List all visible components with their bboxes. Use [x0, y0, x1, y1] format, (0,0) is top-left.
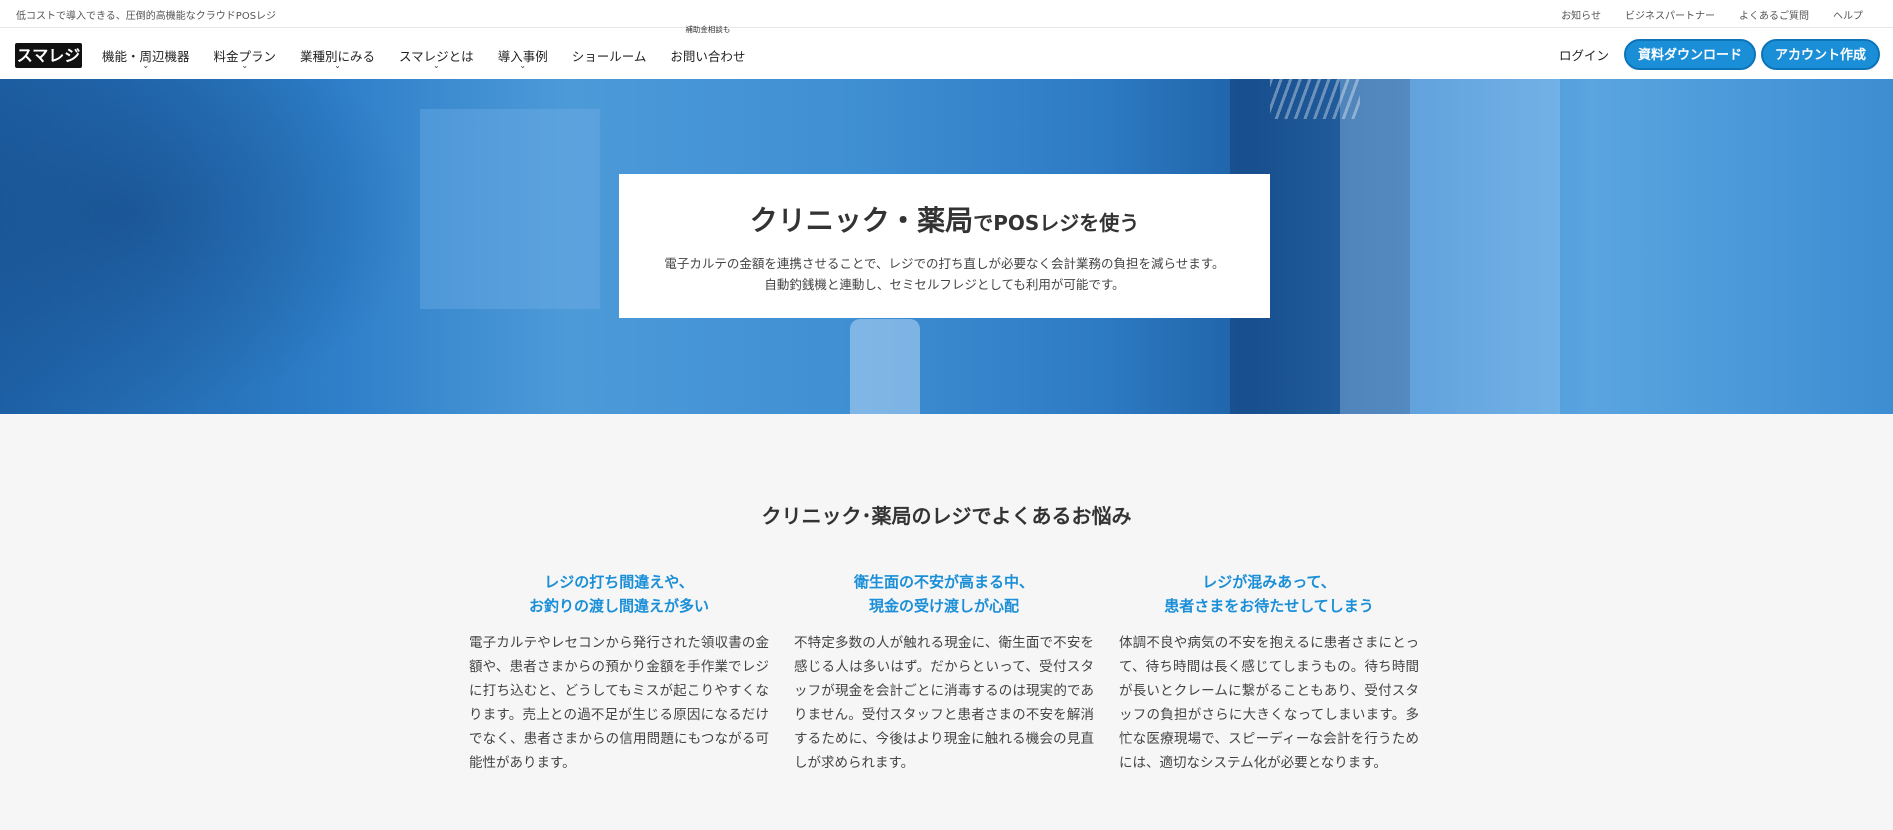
nav-menu: 機能・周辺機器 ⌄ 料金プラン ⌄ 業種別にみる ⌄ スマレジとは ⌄ 導入事例…: [102, 25, 769, 70]
problem-card-3: レジが混みあって、 患者さまをお待たせしてしまう 体調不良や病気の不安を抱えるに…: [1119, 570, 1419, 775]
hero-title-main: クリニック・薬局: [749, 204, 974, 237]
nav-item-showroom[interactable]: ショールーム: [572, 46, 647, 65]
problem-body: 電子カルテやレセコンから発行された領収書の金額や、患者さまからの預かり金額を手作…: [469, 635, 769, 771]
subsidy-badge: 補助金相談も: [685, 25, 731, 34]
hero-title-particle: で: [973, 211, 994, 235]
nav-item-label: お問い合わせ: [670, 49, 746, 64]
problem-title-line2: 患者さまをお待たせしてしまう: [1164, 597, 1374, 615]
nav-actions: ログイン 資料ダウンロード アカウント作成: [1559, 39, 1880, 70]
problems-section: クリニック･薬局のレジでよくあるお悩み レジの打ち間違えや、 お釣りの渡し間違え…: [0, 414, 1893, 830]
problem-card-2: 衛生面の不安が高まる中、 現金の受け渡しが心配 不特定多数の人が触れる現金に、衛…: [794, 570, 1094, 775]
nav-item-industries[interactable]: 業種別にみる ⌄: [300, 46, 375, 70]
hero-card: クリニック・薬局でPOSレジを使う 電子カルテの金額を連携させることで、レジでの…: [619, 174, 1270, 318]
problem-body: 体調不良や病気の不安を抱えるに患者さまにとって、待ち時間は長く感じてしまうもの。…: [1119, 635, 1419, 771]
nav-item-about[interactable]: スマレジとは ⌄: [399, 46, 474, 70]
problem-title-line1: レジの打ち間違えや、: [544, 573, 694, 591]
problem-card-1: レジの打ち間違えや、 お釣りの渡し間違えが多い 電子カルテやレセコンから発行され…: [469, 570, 769, 775]
nav-item-pricing[interactable]: 料金プラン ⌄: [214, 46, 277, 70]
download-materials-button[interactable]: 資料ダウンロード: [1623, 39, 1756, 70]
nav-item-cases[interactable]: 導入事例 ⌄: [498, 46, 548, 70]
smaregi-logo[interactable]: スマレジ: [15, 43, 82, 68]
help-link[interactable]: ヘルプ: [1833, 7, 1863, 22]
nav-item-contact[interactable]: 補助金相談も お問い合わせ: [670, 25, 746, 65]
chevron-down-icon: ⌄: [519, 61, 527, 70]
hero-banner: クリニック・薬局でPOSレジを使う 電子カルテの金額を連携させることで、レジでの…: [0, 79, 1893, 414]
hero-photo-bottle: [850, 319, 920, 414]
news-link[interactable]: お知らせ: [1561, 7, 1601, 22]
hero-desc-line1: 電子カルテの金額を連携させることで、レジでの打ち直しが必要なく会計業務の負担を減…: [664, 256, 1225, 271]
chevron-down-icon: ⌄: [142, 61, 150, 70]
problem-title: レジの打ち間違えや、 お釣りの渡し間違えが多い: [469, 570, 769, 618]
login-link[interactable]: ログイン: [1559, 45, 1609, 64]
hero-photo-plant: [0, 79, 420, 414]
tagline: 低コストで導入できる、圧倒的高機能なクラウドPOSレジ: [16, 11, 277, 22]
utility-bar: 低コストで導入できる、圧倒的高機能なクラウドPOSレジ お知らせ ビジネスパート…: [0, 0, 1893, 28]
problem-title-line2: 現金の受け渡しが心配: [868, 597, 1019, 615]
nav-item-features[interactable]: 機能・周辺機器 ⌄: [102, 46, 190, 70]
hero-title: クリニック・薬局でPOSレジを使う: [619, 199, 1270, 239]
problems-title: クリニック･薬局のレジでよくあるお悩み: [761, 504, 1132, 528]
problem-body: 不特定多数の人が触れる現金に、衛生面で不安を感じる人は多いはず。だからといって、…: [794, 635, 1094, 771]
business-partner-link[interactable]: ビジネスパートナー: [1625, 7, 1715, 22]
problem-title: レジが混みあって、 患者さまをお待たせしてしまう: [1119, 570, 1419, 618]
create-account-button[interactable]: アカウント作成: [1760, 39, 1880, 70]
problem-title-line1: 衛生面の不安が高まる中、: [853, 573, 1034, 591]
main-nav: スマレジ 機能・周辺機器 ⌄ 料金プラン ⌄ 業種別にみる ⌄ スマレジとは ⌄…: [0, 25, 1893, 79]
hero-description: 電子カルテの金額を連携させることで、レジでの打ち直しが必要なく会計業務の負担を減…: [619, 253, 1270, 295]
problem-title: 衛生面の不安が高まる中、 現金の受け渡しが心配: [794, 570, 1094, 618]
hero-photo-coat: [1340, 79, 1560, 414]
chevron-down-icon: ⌄: [334, 61, 341, 70]
problem-title-line1: レジが混みあって、: [1202, 573, 1336, 591]
hero-photo-window: [420, 109, 600, 309]
problem-title-line2: お釣りの渡し間違えが多い: [528, 597, 709, 615]
hero-photo-stripes: [1270, 79, 1360, 119]
hero-desc-line2: 自動釣銭機と連動し、セミセルフレジとしても利用が可能です。: [764, 277, 1125, 292]
chevron-down-icon: ⌄: [433, 61, 440, 70]
utility-links: お知らせ ビジネスパートナー よくあるご質問 ヘルプ: [1561, 7, 1863, 22]
chevron-down-icon: ⌄: [241, 61, 249, 70]
nav-item-label: ショールーム: [571, 49, 647, 64]
hero-title-pos: POSレジ: [993, 211, 1080, 235]
hero-title-suffix: を使う: [1079, 211, 1140, 235]
faq-link[interactable]: よくあるご質問: [1739, 7, 1809, 22]
